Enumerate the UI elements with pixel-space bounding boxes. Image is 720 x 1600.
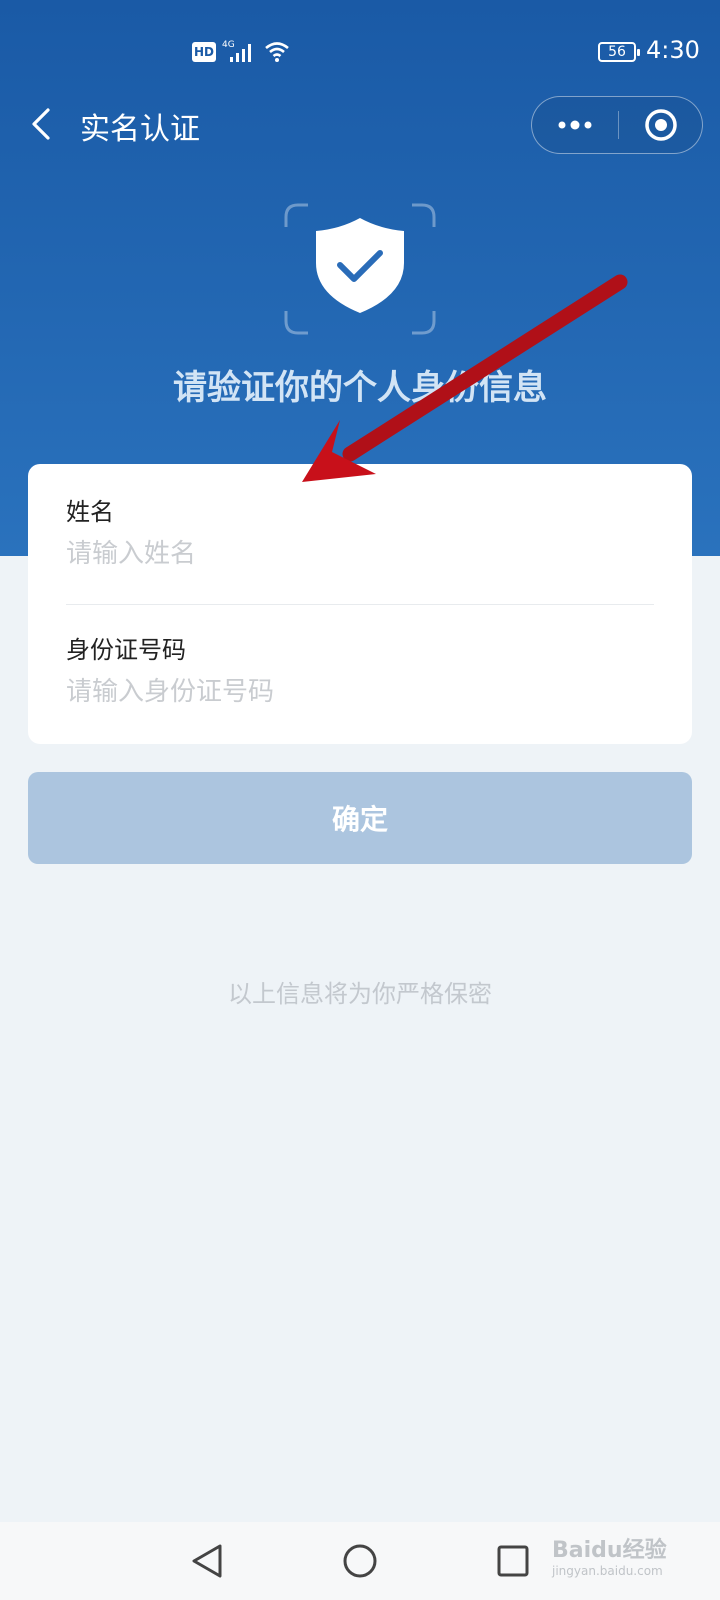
square-recents-icon [497,1545,529,1577]
id-number-input[interactable] [66,672,654,712]
confirm-button[interactable]: 确定 [28,772,692,864]
nav-home-button[interactable] [335,1536,385,1586]
ellipsis-icon [558,120,592,130]
page-title: 实名认证 [80,112,200,147]
watermark-brand: Baidu经验 [552,1538,667,1563]
circle-home-icon [343,1544,377,1578]
target-icon [645,109,677,141]
hd-badge: HD [192,42,216,62]
status-time: 4:30 [646,36,700,64]
shield-check-icon [284,203,436,335]
network-type: 4G [222,40,235,50]
identity-form-card: 姓名 身份证号码 [28,464,692,744]
more-button[interactable] [532,97,618,153]
battery-icon: 56 [598,42,640,62]
id-number-label: 身份证号码 [66,636,186,664]
status-bar: HD 4G 56 4:30 [0,0,720,100]
watermark-url: jingyan.baidu.com [552,1564,663,1578]
name-input[interactable] [66,534,654,574]
chevron-left-icon[interactable] [26,106,62,142]
close-mini-program-button[interactable] [619,97,703,153]
hero-heading: 请验证你的个人身份信息 [173,368,547,408]
triangle-back-icon [192,1544,222,1578]
wifi-icon [265,42,289,62]
nav-back-button[interactable] [182,1536,232,1586]
field-divider [66,604,654,605]
name-label: 姓名 [66,498,114,526]
privacy-note: 以上信息将为你严格保密 [228,980,492,1008]
watermark: Baidu经验 jingyan.baidu.com [552,1528,692,1586]
cellular-signal-icon: 4G [222,40,251,62]
nav-recents-button[interactable] [488,1536,538,1586]
mini-program-capsule [531,96,703,154]
